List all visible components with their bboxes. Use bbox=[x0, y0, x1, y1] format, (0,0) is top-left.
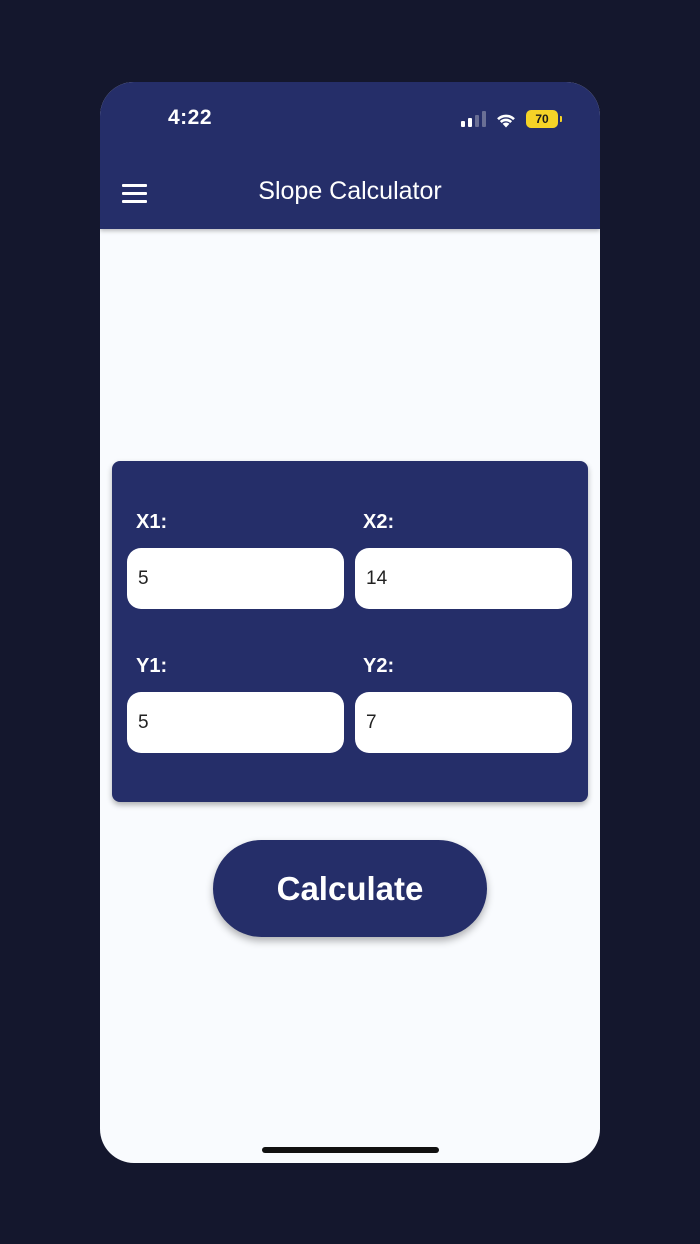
y2-label: Y2: bbox=[363, 655, 395, 677]
app-header: 4:22 70 Slope Calculator bbox=[100, 82, 600, 229]
x2-label: X2: bbox=[363, 511, 395, 533]
phone-screen: 4:22 70 Slope Calculator X1: X2: bbox=[100, 82, 600, 1163]
x1-input[interactable] bbox=[127, 548, 344, 609]
x1-label: X1: bbox=[136, 511, 168, 533]
calculate-button[interactable]: Calculate bbox=[213, 840, 487, 937]
cellular-signal-icon bbox=[461, 111, 486, 127]
y1-label: Y1: bbox=[136, 655, 168, 677]
y2-input[interactable] bbox=[355, 692, 572, 753]
x2-input[interactable] bbox=[355, 548, 572, 609]
y1-input[interactable] bbox=[127, 692, 344, 753]
status-time: 4:22 bbox=[168, 106, 213, 129]
status-indicators: 70 bbox=[461, 108, 562, 130]
page-title: Slope Calculator bbox=[258, 177, 442, 205]
wifi-icon bbox=[497, 114, 515, 127]
home-indicator[interactable] bbox=[262, 1147, 439, 1153]
battery-level: 70 bbox=[535, 112, 549, 126]
battery-icon: 70 bbox=[526, 110, 562, 128]
coordinates-card: X1: X2: Y1: Y2: bbox=[112, 461, 588, 802]
